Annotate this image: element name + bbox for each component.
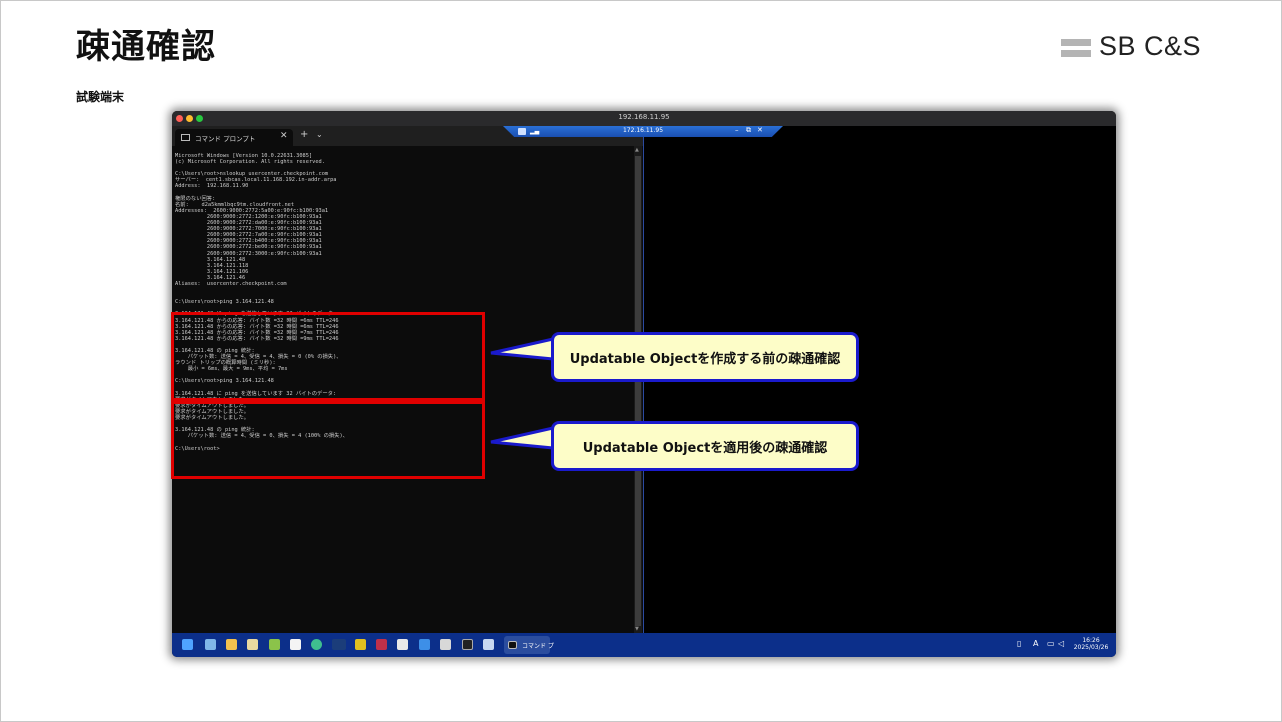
taskbar-clock[interactable]: 16:26 2025/03/26 [1066, 637, 1116, 651]
logo-text: SB C&S [1099, 31, 1202, 61]
browser-icon[interactable] [311, 639, 322, 650]
rdp-ip-label: 172.16.11.95 [622, 127, 664, 134]
logo-bars-icon [1061, 36, 1091, 58]
volume-icon[interactable]: ◁ [1058, 639, 1064, 648]
app-icon[interactable] [397, 639, 408, 650]
app-icon[interactable] [332, 639, 346, 650]
app-icon[interactable] [269, 639, 280, 650]
highlight-box-after [171, 401, 485, 479]
highlight-box-before [171, 312, 485, 401]
scroll-up-icon[interactable]: ▲ [635, 147, 639, 153]
new-tab-button[interactable]: + [300, 129, 308, 140]
scrollbar-thumb[interactable] [635, 156, 641, 626]
cmd-taskbar-icon [508, 641, 517, 649]
rdp-minimize-icon[interactable]: – [735, 126, 739, 134]
page-title: 疎通確認 [76, 27, 216, 67]
console-scrollbar[interactable]: ▲ ▼ [634, 146, 642, 633]
app-icon[interactable] [419, 639, 430, 650]
mac-title-bar: 192.168.11.95 [172, 111, 1116, 126]
terminal-app-icon[interactable] [462, 639, 473, 650]
checkmark-app-icon[interactable] [376, 639, 387, 650]
network-app-icon[interactable] [483, 639, 494, 650]
tab-command-prompt[interactable]: コマンド プロンプト ✕ [175, 129, 293, 146]
company-logo: SB C&S [1061, 31, 1201, 62]
callout-after: Updatable Objectを適用後の疎通確認 [551, 421, 859, 471]
app-icon[interactable] [440, 639, 451, 650]
callout-pointer-before [490, 337, 555, 361]
section-subtitle: 試験端末 [76, 90, 125, 104]
tab-label: コマンド プロンプト [195, 135, 256, 143]
usb-icon[interactable]: ▯ [1017, 639, 1021, 648]
terminal-icon [181, 134, 190, 141]
slide: 疎通確認 試験端末 SB C&S 192.168.11.95 コマンド プロンプ… [0, 0, 1282, 722]
rdp-close-icon[interactable]: ✕ [757, 126, 763, 134]
scroll-down-icon[interactable]: ▼ [635, 626, 639, 632]
callout-before: Updatable Objectを作成する前の疎通確認 [551, 332, 859, 382]
app-icon[interactable] [247, 639, 258, 650]
app-icon[interactable] [355, 639, 366, 650]
document-icon[interactable] [290, 639, 301, 650]
clock-date: 2025/03/26 [1073, 644, 1109, 651]
mail-icon[interactable] [205, 639, 216, 650]
rdp-restore-icon[interactable]: ⧉ [746, 126, 751, 135]
start-icon[interactable] [182, 639, 193, 650]
tab-close-icon[interactable]: ✕ [280, 131, 288, 141]
ime-indicator[interactable]: A [1033, 639, 1038, 648]
clock-time: 16:26 [1082, 637, 1100, 644]
window-title: 192.168.11.95 [618, 113, 670, 121]
callout-pointer-after [490, 426, 555, 450]
network-icon[interactable]: ▭ [1047, 639, 1055, 648]
file-explorer-icon[interactable] [226, 639, 237, 650]
windows-taskbar: コマンド プ ▯ A ▭ ◁ 16:26 2025/03/26 [172, 633, 1116, 657]
tab-menu-chevron-icon[interactable]: ⌄ [316, 130, 323, 139]
taskbar-cmd-label: コマンド プ [522, 643, 554, 650]
rdp-connection-bar: ▂▄ 172.16.11.95 – ⧉ ✕ [503, 126, 783, 137]
